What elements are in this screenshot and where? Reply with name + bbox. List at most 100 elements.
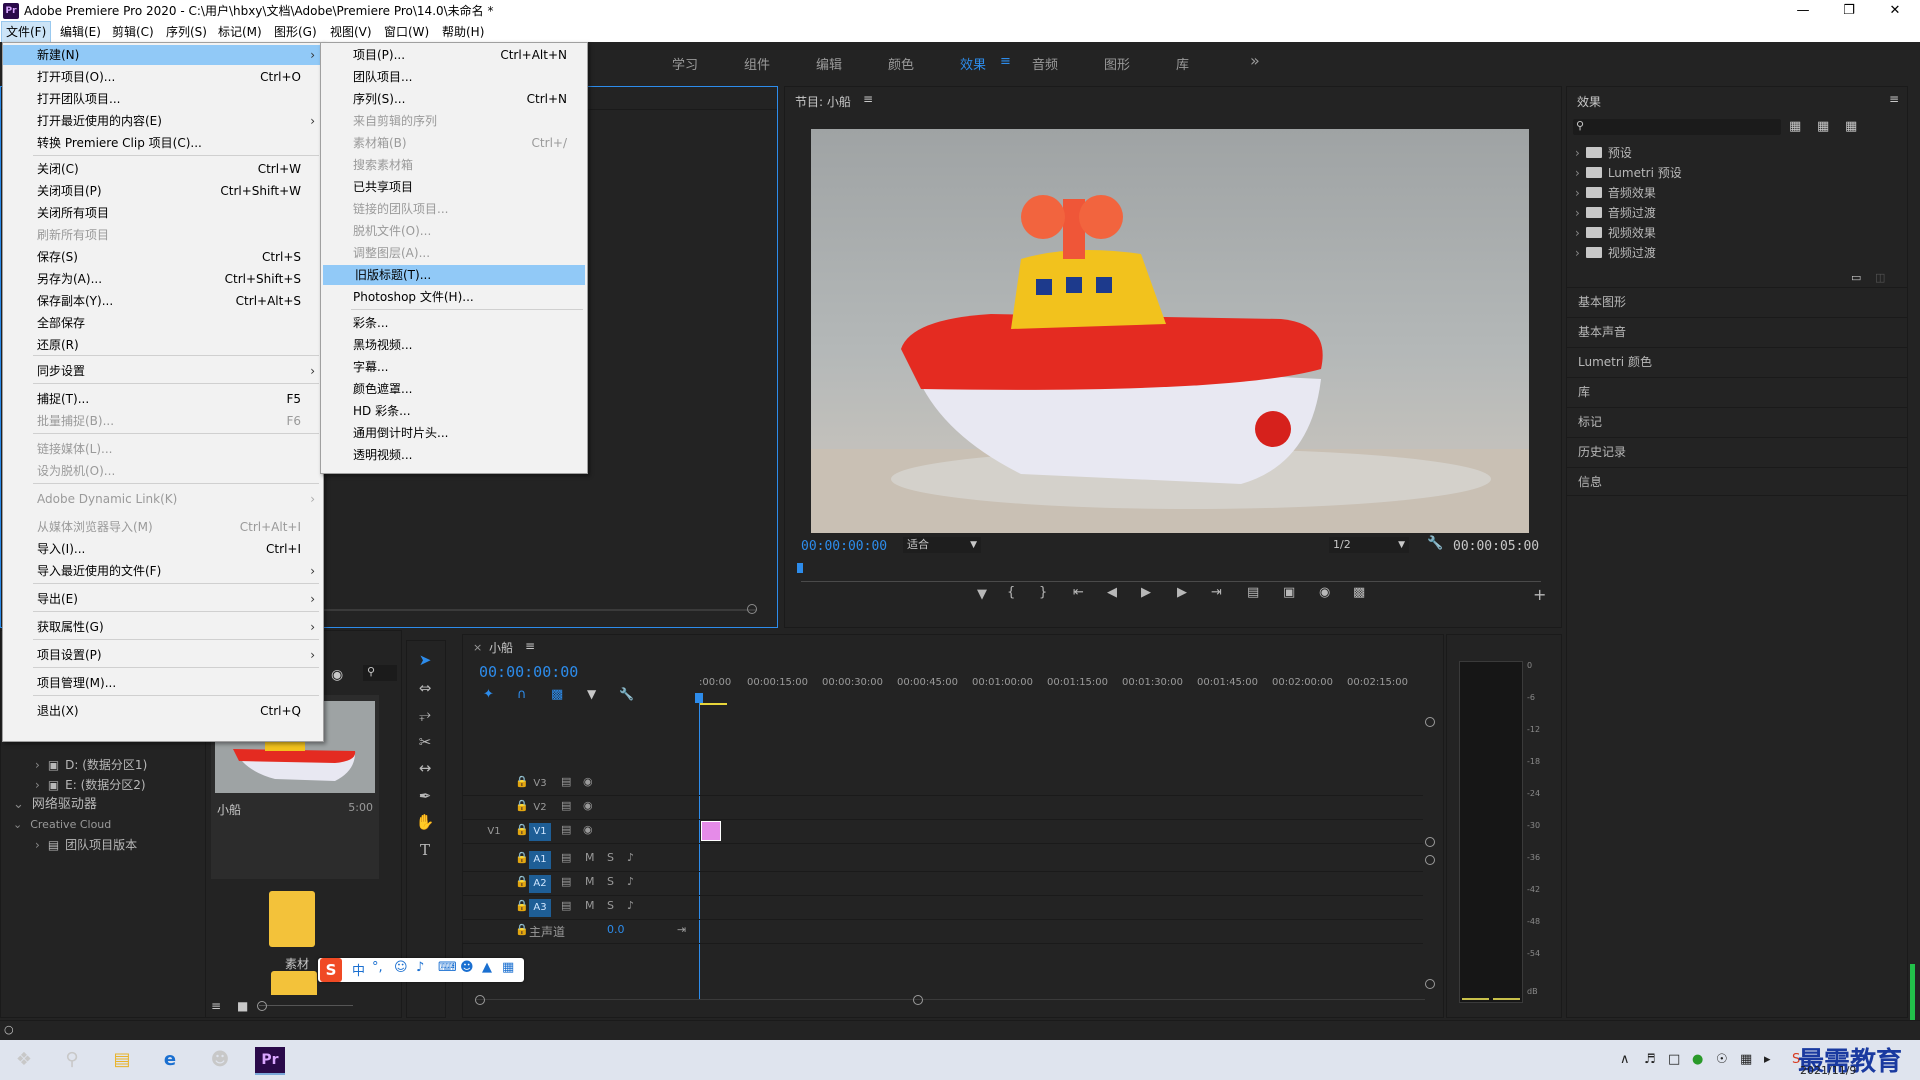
effects-panel-menu-icon[interactable]: ≡: [1889, 92, 1899, 106]
32bit-effects-icon[interactable]: ▦: [1817, 119, 1829, 134]
file-menu-item[interactable]: 退出(X) Ctrl+Q: [3, 701, 323, 721]
volume-icon[interactable]: ♬: [1644, 1052, 1656, 1067]
timeline-playhead-handle[interactable]: [695, 693, 703, 703]
file-menu-item[interactable]: 导入最近使用的文件(F) ›: [3, 561, 323, 581]
lock-icon[interactable]: 🔒: [515, 775, 529, 788]
new-submenu-item[interactable]: 素材箱(B) Ctrl+/: [321, 133, 587, 153]
video-scroll-handle[interactable]: [1425, 837, 1435, 847]
effects-folder-lumetri-presets[interactable]: › Lumetri 预设: [1575, 163, 1682, 183]
step-forward-icon[interactable]: ▶: [1177, 585, 1187, 600]
effects-folder-video-effects[interactable]: › 视频效果: [1575, 223, 1656, 243]
workspace-graphics[interactable]: 图形: [1104, 54, 1130, 73]
restore-icon[interactable]: ❐: [1826, 0, 1872, 22]
track-label-a2[interactable]: A2: [529, 875, 551, 893]
timeline-h-scrollbar[interactable]: [475, 999, 1425, 1000]
section-essential-sound[interactable]: 基本声音: [1567, 317, 1907, 346]
new-submenu-item[interactable]: 调整图层(A)...: [321, 243, 587, 263]
master-volume-value[interactable]: 0.0: [607, 923, 625, 936]
go-to-out-icon[interactable]: ⇥: [1211, 585, 1222, 600]
microphone-icon[interactable]: ♪: [627, 851, 634, 864]
network-icon[interactable]: □: [1668, 1052, 1680, 1067]
workspace-learn[interactable]: 学习: [672, 54, 698, 73]
ime-mode-button[interactable]: 中: [352, 960, 365, 979]
new-submenu-item[interactable]: 脱机文件(O)...: [321, 221, 587, 241]
new-submenu-item[interactable]: Photoshop 文件(H)...: [321, 287, 587, 307]
workspace-effects[interactable]: 效果: [960, 54, 986, 73]
skin-icon[interactable]: ▲: [482, 960, 492, 975]
wrench-icon[interactable]: 🔧: [1427, 536, 1443, 551]
keyboard-icon[interactable]: ⌨: [438, 960, 457, 975]
pen-tool-icon[interactable]: ✒: [411, 787, 439, 805]
new-submenu-item[interactable]: 已共享项目: [321, 177, 587, 197]
file-menu-item[interactable]: 打开项目(O)... Ctrl+O: [3, 67, 323, 87]
zoom-slider-handle[interactable]: [257, 1001, 267, 1011]
mark-out-icon[interactable]: }: [1039, 585, 1047, 600]
effects-folder-audio-effects[interactable]: › 音频效果: [1575, 183, 1656, 203]
timeline-close-icon[interactable]: ×: [473, 641, 482, 654]
new-submenu-item[interactable]: 彩条...: [321, 313, 587, 333]
file-menu-item[interactable]: 转换 Premiere Clip 项目(C)...: [3, 133, 323, 153]
drive-d[interactable]: › ▣ D: (数据分区1): [35, 755, 147, 775]
microphone-icon[interactable]: ♪: [627, 875, 634, 888]
file-menu-item[interactable]: 关闭项目(P) Ctrl+Shift+W: [3, 181, 323, 201]
menu-edit[interactable]: 编辑(E): [56, 22, 105, 42]
icon-view-icon[interactable]: ■: [237, 999, 248, 1013]
new-submenu-item[interactable]: 序列(S)... Ctrl+N: [321, 89, 587, 109]
project-search-input[interactable]: ⚲: [363, 665, 397, 681]
file-menu-item[interactable]: 同步设置 ›: [3, 361, 323, 381]
user-icon[interactable]: ☻: [460, 960, 474, 975]
effects-folder-audio-transitions[interactable]: › 音频过渡: [1575, 203, 1656, 223]
eye-icon[interactable]: ◉: [331, 667, 343, 683]
tray-overflow-icon[interactable]: ∧: [1620, 1052, 1630, 1067]
step-back-icon[interactable]: ◀: [1107, 585, 1117, 600]
audio-scroll-handle[interactable]: [1425, 855, 1435, 865]
menu-window[interactable]: 窗口(W): [380, 22, 433, 42]
sync-lock-icon[interactable]: ▤: [561, 823, 571, 836]
mute-button[interactable]: M: [585, 899, 595, 912]
sync-lock-icon[interactable]: ▤: [561, 875, 571, 888]
razor-tool-icon[interactable]: ✂: [411, 733, 439, 751]
file-menu-item[interactable]: 导入(I)... Ctrl+I: [3, 539, 323, 559]
search-icon[interactable]: ⚲: [54, 1044, 90, 1076]
new-submenu-item[interactable]: 团队项目...: [321, 67, 587, 87]
sync-lock-icon[interactable]: ▤: [561, 799, 571, 812]
file-menu-item[interactable]: 打开团队项目...: [3, 89, 323, 109]
effects-folder-presets[interactable]: › 预设: [1575, 143, 1632, 163]
ie-browser-icon[interactable]: e: [152, 1044, 188, 1076]
program-playhead[interactable]: [797, 563, 803, 573]
accelerated-effects-icon[interactable]: ▦: [1789, 119, 1801, 134]
selection-tool-icon[interactable]: ➤: [411, 651, 439, 669]
menu-view[interactable]: 视图(V): [326, 22, 376, 42]
timeline-h-handle[interactable]: [475, 995, 485, 1005]
premiere-taskbar-icon[interactable]: Pr: [255, 1047, 285, 1075]
app-tray-icon[interactable]: ▸: [1764, 1052, 1771, 1067]
track-label-a1[interactable]: A1: [529, 851, 551, 869]
file-menu-item[interactable]: 还原(R): [3, 335, 323, 355]
section-libraries[interactable]: 库: [1567, 377, 1907, 406]
lift-icon[interactable]: ▤: [1247, 585, 1259, 600]
new-submenu-item[interactable]: 黑场视频...: [321, 335, 587, 355]
source-patch-v1[interactable]: V1: [483, 823, 505, 841]
track-label-v1[interactable]: V1: [529, 823, 551, 841]
program-scrubber[interactable]: [801, 581, 1541, 582]
sync-lock-icon[interactable]: ▤: [561, 775, 571, 788]
lock-icon[interactable]: 🔒: [515, 899, 529, 912]
fit-select[interactable]: 适合 ▼: [903, 537, 981, 553]
lock-icon[interactable]: 🔒: [515, 875, 529, 888]
new-submenu-item[interactable]: 链接的团队项目...: [321, 199, 587, 219]
add-button-icon[interactable]: +: [1533, 585, 1546, 604]
work-area-bar[interactable]: [699, 703, 727, 705]
section-lumetri-color[interactable]: Lumetri 颜色: [1567, 347, 1907, 376]
app-tray-icon[interactable]: ☉: [1716, 1052, 1728, 1067]
source-scroll-handle[interactable]: [747, 604, 757, 614]
file-menu-item[interactable]: 项目管理(M)...: [3, 673, 323, 693]
sync-lock-icon[interactable]: ▤: [561, 899, 571, 912]
camera-icon[interactable]: ◉: [1319, 585, 1330, 600]
workspace-color[interactable]: 颜色: [888, 54, 914, 73]
lock-icon[interactable]: 🔒: [515, 823, 529, 836]
compare-icon[interactable]: ▩: [1353, 585, 1365, 600]
timeline-settings-icon[interactable]: 🔧: [619, 687, 634, 701]
timeline-menu-icon[interactable]: ≡: [525, 639, 535, 653]
nest-icon[interactable]: ✦: [483, 687, 494, 702]
mark-in-icon[interactable]: {: [1007, 585, 1015, 600]
